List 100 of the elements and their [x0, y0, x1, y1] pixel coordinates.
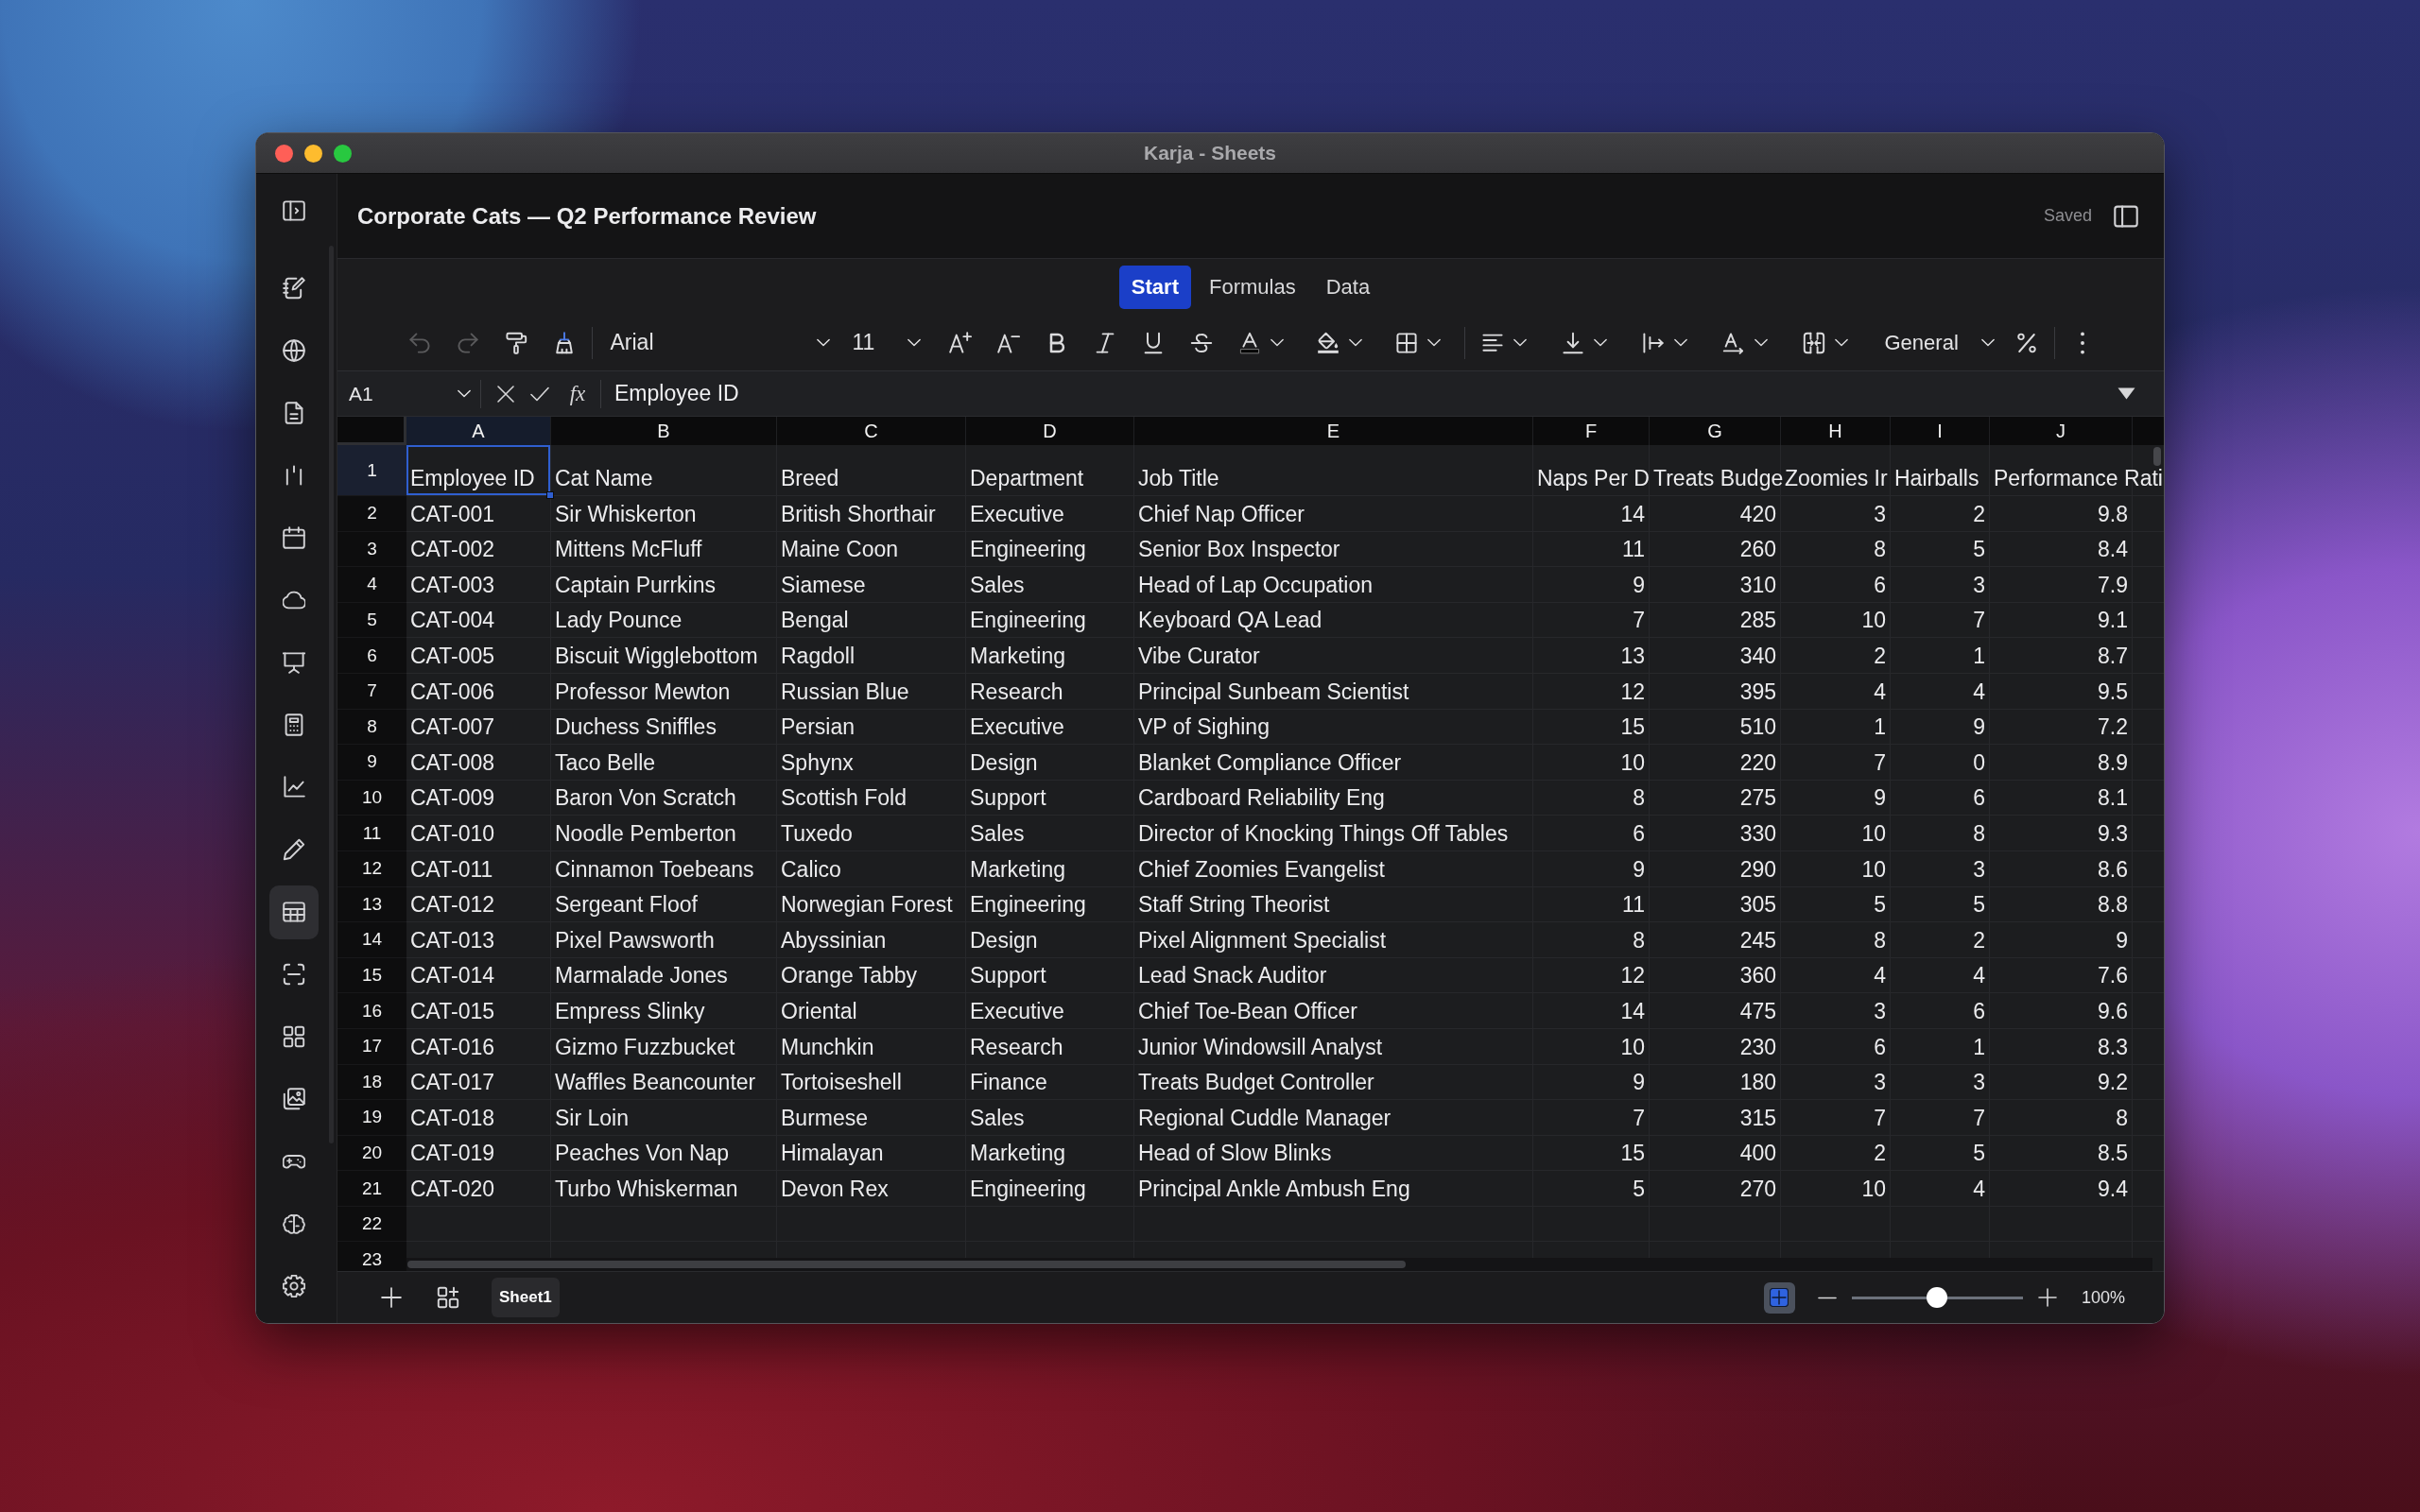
column-heading: Breed [781, 466, 839, 490]
row-header[interactable]: 4 [337, 567, 406, 603]
column-header[interactable]: F [1533, 417, 1650, 445]
table-cell: Russian Blue [781, 679, 909, 704]
row-header[interactable]: 11 [337, 816, 406, 851]
caret-icon [1512, 338, 1527, 347]
scrollbar-thumb[interactable] [407, 1261, 1406, 1268]
ribbon-tab[interactable]: Start [1118, 265, 1191, 309]
font-dropdown[interactable]: Arial [598, 321, 835, 364]
row-header[interactable]: 3 [337, 531, 406, 568]
minus-icon [1817, 1296, 1837, 1299]
column-header[interactable]: G [1650, 417, 1781, 445]
row-header[interactable]: 21 [337, 1171, 406, 1207]
ribbon-tab[interactable]: Formulas [1196, 265, 1308, 309]
close-button[interactable] [275, 144, 293, 163]
table-cell: CAT-011 [410, 856, 493, 882]
table-cell: 10 [1620, 1034, 1645, 1059]
cell-reference-field[interactable]: A1 [337, 371, 480, 416]
scrollbar-thumb[interactable] [2153, 447, 2161, 466]
table-cell: 360 [1739, 963, 1776, 988]
formula-field[interactable]: Employee ID [601, 371, 2109, 416]
table-cell: 7 [1874, 749, 1886, 775]
fill-handle[interactable] [546, 491, 554, 499]
row-header[interactable]: 14 [337, 922, 406, 958]
table-cell: 6 [1973, 998, 1985, 1023]
table-cell: Chief Toe-Bean Officer [1138, 998, 1357, 1023]
column-header[interactable]: E [1134, 417, 1533, 445]
column-header[interactable]: D [966, 417, 1134, 445]
row-header[interactable]: 5 [337, 602, 406, 639]
row-header[interactable]: 22 [337, 1206, 406, 1243]
table-cell: CAT-020 [410, 1176, 495, 1201]
brain-icon [283, 1212, 305, 1235]
sidebar-button[interactable] [269, 885, 319, 939]
row-header[interactable]: 19 [337, 1100, 406, 1136]
row-header[interactable]: 13 [337, 886, 406, 923]
row-header[interactable]: 8 [337, 709, 406, 746]
row-header[interactable]: 10 [337, 780, 406, 816]
row-header[interactable]: 23 [337, 1242, 406, 1271]
table-cell: 5 [1874, 892, 1886, 918]
row-header[interactable]: 9 [337, 745, 406, 781]
table-cell: Marketing [970, 643, 1065, 668]
table-cell: Pixel Pawsworth [555, 927, 715, 953]
column-header[interactable]: I [1891, 417, 1990, 445]
table-cell: Gizmo Fuzzbucket [555, 1034, 735, 1059]
table-cell: Devon Rex [781, 1176, 889, 1201]
zoom-button[interactable] [334, 144, 352, 163]
table-cell: 7 [1973, 1105, 1985, 1130]
notebook-pen-icon [283, 277, 305, 300]
column-heading: Employee ID [410, 466, 535, 490]
row-header[interactable]: 15 [337, 957, 406, 994]
column-header[interactable]: J [1990, 417, 2133, 445]
table-cell: 400 [1739, 1141, 1776, 1166]
table-cell: 7 [1633, 1105, 1645, 1130]
table-cell: CAT-017 [410, 1070, 495, 1095]
slider-thumb[interactable] [1927, 1287, 1948, 1308]
table-cell: 15 [1620, 714, 1645, 740]
undo-icon [407, 331, 431, 354]
row-header[interactable]: 12 [337, 850, 406, 887]
line-chart-icon [283, 776, 305, 799]
view-toggle-button[interactable] [1763, 1281, 1795, 1314]
row-header[interactable]: 18 [337, 1064, 406, 1101]
table-cell: 7.6 [2098, 963, 2128, 988]
ribbon-tab[interactable]: Data [1313, 265, 1383, 309]
table-cell: 8.7 [2098, 643, 2128, 668]
table-cell: 14 [1620, 501, 1645, 526]
row-header[interactable]: 20 [337, 1135, 406, 1172]
caret-icon [816, 338, 830, 347]
column-heading: Job Title [1138, 466, 1219, 490]
column-header[interactable]: C [777, 417, 966, 445]
table-cell: 4 [1973, 1176, 1985, 1201]
row-header[interactable]: 2 [337, 496, 406, 532]
minimize-button[interactable] [304, 144, 322, 163]
paint-bucket-icon [1316, 331, 1340, 354]
row-header[interactable]: 16 [337, 993, 406, 1029]
table-cell: Engineering [970, 892, 1086, 918]
column-header[interactable]: A [406, 417, 551, 445]
active-cell[interactable]: Employee ID [406, 445, 551, 496]
table-cell: Design [970, 927, 1038, 953]
row-header[interactable]: 7 [337, 673, 406, 710]
number-format-dropdown[interactable]: General [1873, 321, 1999, 364]
table-cell: CAT-007 [410, 714, 495, 740]
row-header[interactable]: 17 [337, 1028, 406, 1065]
table-cell: 9.2 [2098, 1070, 2128, 1095]
column-heading: Zoomies Ir [1785, 466, 1888, 490]
column-header[interactable]: H [1781, 417, 1891, 445]
table-cell: Lady Pounce [555, 608, 683, 633]
row-header[interactable]: 6 [337, 638, 406, 674]
table-cell: 180 [1739, 1070, 1776, 1095]
font-size-dropdown[interactable]: 11 [840, 321, 925, 364]
table-cell: 7 [1633, 608, 1645, 633]
table-cell: Tortoiseshell [781, 1070, 902, 1095]
sheet-tab[interactable]: Sheet1 [492, 1278, 560, 1317]
column-header[interactable]: B [551, 417, 777, 445]
column-heading: Department [970, 466, 1084, 490]
horizontal-scrollbar[interactable] [406, 1258, 2152, 1271]
window-title: Karja - Sheets [1143, 142, 1277, 164]
table-cell: CAT-001 [410, 501, 495, 526]
table-cell: 6 [1633, 820, 1645, 846]
row-header[interactable]: 1 [337, 445, 406, 496]
insert-function-button[interactable]: fx [561, 376, 595, 411]
